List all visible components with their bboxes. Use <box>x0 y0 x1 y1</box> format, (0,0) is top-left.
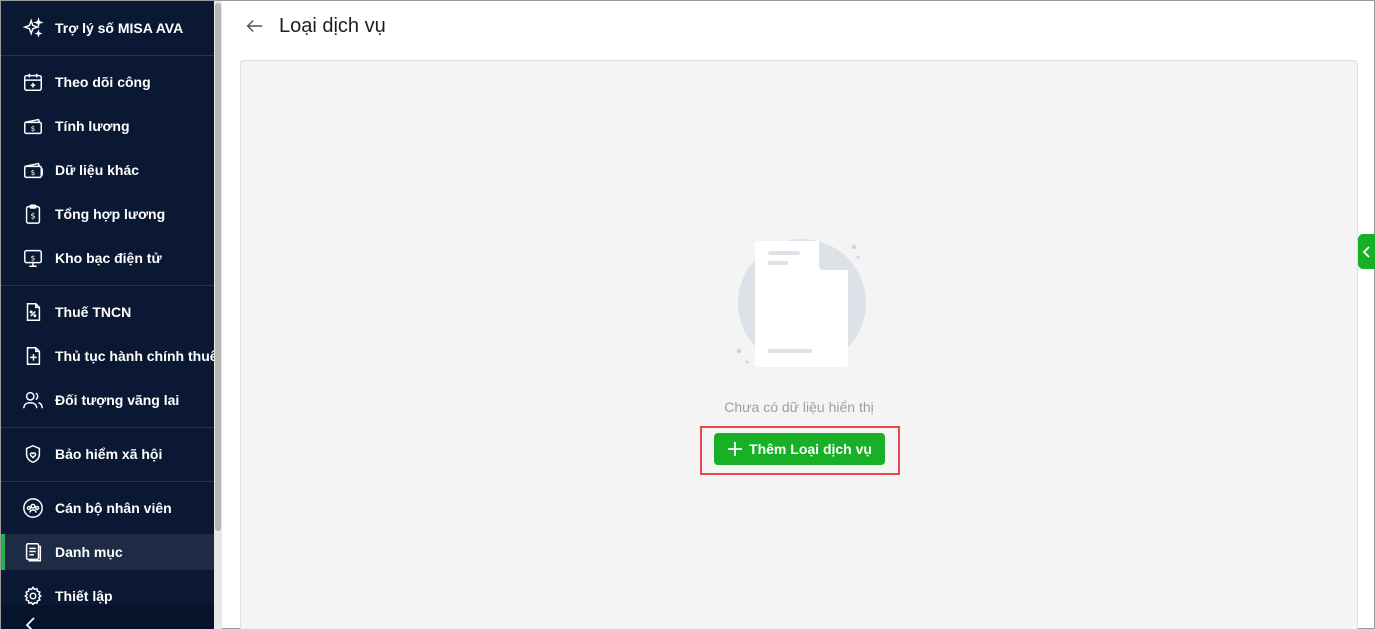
svg-text:$: $ <box>31 168 36 177</box>
tax-document-icon <box>22 301 44 323</box>
team-circle-icon <box>22 497 44 519</box>
sidebar-item-danh-muc[interactable]: Danh mục <box>1 534 214 570</box>
chevron-left-icon <box>1362 245 1370 258</box>
sidebar-item-tinh-luong[interactable]: $ Tính lương <box>1 108 214 144</box>
document-plus-icon <box>22 345 44 367</box>
sidebar-item-label: Danh mục <box>55 544 123 560</box>
sidebar-item-thue-tncn[interactable]: Thuế TNCN <box>1 294 214 330</box>
sidebar-item-doi-tuong[interactable]: Đối tượng vãng lai <box>1 382 214 418</box>
sidebar-divider <box>1 285 214 286</box>
sidebar-item-label: Theo dõi công <box>55 74 151 90</box>
sidebar-divider <box>1 427 214 428</box>
sidebar-item-label: Thuế TNCN <box>55 304 132 320</box>
users-icon <box>22 389 44 411</box>
plus-icon <box>728 442 743 456</box>
sidebar-item-label: Kho bạc điện tử <box>55 250 162 266</box>
sidebar-scrollbar[interactable] <box>214 1 222 629</box>
shield-heart-icon <box>22 443 44 465</box>
sidebar-item-kho-bac[interactable]: $ Kho bạc điện tử <box>1 240 214 276</box>
arrow-left-icon <box>246 19 263 33</box>
sidebar-item-thu-tuc[interactable]: Thủ tục hành chính thuế <box>1 338 218 374</box>
svg-text:$: $ <box>30 211 35 221</box>
empty-document-illustration <box>736 239 866 367</box>
sidebar-item-label: Tổng hợp lương <box>55 206 166 222</box>
sidebar-item-bhxh[interactable]: Bảo hiểm xã hội <box>1 436 214 472</box>
sidebar-item-du-lieu-khac[interactable]: $ Dữ liệu khác <box>1 152 214 188</box>
add-service-type-button[interactable]: Thêm Loại dịch vụ <box>714 433 885 465</box>
sidebar-item-label: Bảo hiểm xã hội <box>55 446 163 462</box>
gear-icon <box>22 585 44 607</box>
scrollbar-thumb[interactable] <box>215 3 221 531</box>
sidebar: Trợ lý số MISA AVA Theo dõi công $ Tính … <box>1 1 222 629</box>
sidebar-item-label: Trợ lý số MISA AVA <box>55 20 184 36</box>
clipboard-dollar-icon: $ <box>22 203 44 225</box>
sidebar-divider <box>1 55 214 56</box>
sparkle-icon <box>22 17 44 39</box>
collapse-icon <box>25 617 35 629</box>
page-header: Loại dịch vụ <box>223 1 1374 51</box>
svg-text:$: $ <box>31 124 36 133</box>
sidebar-item-can-bo[interactable]: Cán bộ nhân viên <box>1 490 214 526</box>
empty-state-text: Chưa có dữ liệu hiển thị <box>724 399 874 415</box>
svg-text:$: $ <box>31 253 36 262</box>
page-title: Loại dịch vụ <box>279 14 386 37</box>
empty-state-panel: Chưa có dữ liệu hiển thị Thêm Loại dịch … <box>240 60 1358 629</box>
sidebar-item-theo-doi-cong[interactable]: Theo dõi công <box>1 64 214 100</box>
sidebar-item-label: Thiết lập <box>55 588 113 604</box>
side-panel-toggle[interactable] <box>1358 234 1375 269</box>
sidebar-item-ava[interactable]: Trợ lý số MISA AVA <box>1 10 214 46</box>
catalog-icon <box>22 541 44 563</box>
sidebar-item-label: Dữ liệu khác <box>55 162 140 178</box>
monitor-dollar-icon: $ <box>22 247 44 269</box>
money-icon: $ <box>22 115 44 137</box>
sidebar-item-label: Thủ tục hành chính thuế <box>55 348 218 364</box>
money-stack-icon: $ <box>22 159 44 181</box>
sidebar-divider <box>1 481 214 482</box>
sidebar-item-tong-hop-luong[interactable]: $ Tổng hợp lương <box>1 196 214 232</box>
sidebar-item-label: Tính lương <box>55 118 130 134</box>
add-button-label: Thêm Loại dịch vụ <box>749 441 872 457</box>
sidebar-collapse-bar[interactable] <box>1 605 222 629</box>
back-button[interactable] <box>243 14 267 38</box>
calendar-plus-icon <box>22 71 44 93</box>
sidebar-item-label: Cán bộ nhân viên <box>55 500 172 516</box>
sidebar-item-label: Đối tượng vãng lai <box>55 392 180 408</box>
